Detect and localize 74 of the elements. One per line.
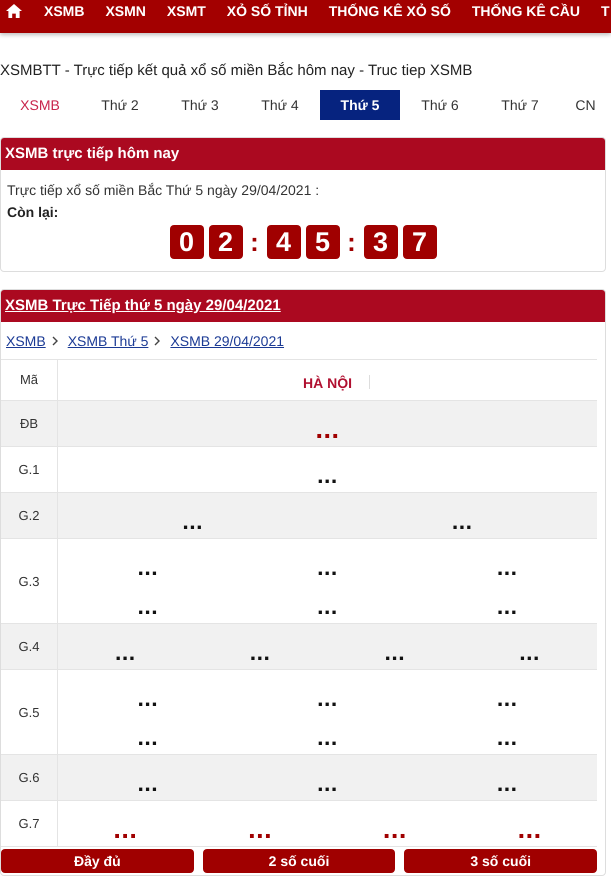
column-header: Mã: [20, 372, 38, 386]
breadcrumb-link[interactable]: XSMB Thứ 5: [68, 332, 148, 348]
nav-link[interactable]: XSMN: [105, 3, 146, 19]
result-value: ...: [317, 723, 338, 752]
result-value: ...: [518, 814, 542, 844]
section-title-link[interactable]: XSMB Trực Tiếp thứ 5 ngày 29/04/2021: [5, 297, 281, 314]
day-tab[interactable]: Thứ 5: [320, 90, 400, 120]
result-value: ...: [496, 723, 518, 752]
breadcrumb-link[interactable]: XSMB 29/04/2021: [170, 332, 284, 348]
countdown-separator: :: [346, 227, 357, 257]
result-value: ...: [248, 814, 272, 844]
day-tab[interactable]: Thứ 2: [80, 90, 160, 120]
chevron-right-icon: [154, 336, 160, 346]
result-value: ...: [137, 553, 158, 582]
result-value: ...: [496, 553, 518, 582]
nav-link[interactable]: THỐNG KÊ CẦU: [472, 3, 580, 19]
column-header: HÀ NỘI: [303, 375, 352, 391]
breadcrumb-link[interactable]: XSMB: [6, 332, 46, 348]
countdown-digit: 5: [306, 225, 340, 259]
prize-label-cell: G.3: [1, 539, 58, 623]
result-value: ...: [519, 638, 540, 667]
display-mode-button[interactable]: 2 số cuối: [202, 849, 396, 873]
result-value: ...: [182, 507, 204, 536]
day-tab[interactable]: Thứ 7: [480, 90, 560, 120]
result-value: ...: [317, 592, 338, 621]
result-value: ...: [496, 769, 518, 798]
prize-label-cell: G.6: [1, 755, 58, 800]
countdown-digit: 0: [170, 225, 204, 259]
result-value: ...: [452, 507, 473, 536]
nav-link[interactable]: XỎ SỐ TỈNH: [226, 3, 308, 19]
countdown-digit: 2: [208, 225, 242, 259]
prize-label-cell: G.7: [1, 801, 58, 846]
day-tab[interactable]: Thứ 3: [160, 90, 240, 120]
card-title: XSMB trực tiếp hôm nay: [5, 145, 180, 162]
result-value: ...: [317, 553, 338, 582]
countdown-digit: 3: [364, 225, 398, 259]
draw-info-text: Trực tiếp xổ số miền Bắc Thứ 5 ngày 29/04/2021 :: [7, 182, 320, 198]
day-tab[interactable]: XSMB: [0, 90, 80, 120]
prize-label-cell: G.2: [1, 493, 58, 538]
result-value: ...: [137, 592, 158, 621]
page-title: XSMBTT - Trực tiếp kết quả xổ số miền Bắc hôm nay - Truc tiep XSMB: [0, 62, 474, 79]
prize-label-cell: ĐB: [1, 401, 58, 446]
result-value: ...: [496, 592, 518, 621]
countdown-digit: 4: [266, 225, 300, 259]
chevron-right-icon: [52, 336, 58, 346]
result-value: ...: [317, 461, 338, 490]
day-tab[interactable]: Thứ 4: [240, 90, 320, 120]
result-value: ...: [496, 684, 518, 713]
result-value: ...: [115, 638, 136, 667]
countdown-separator: :: [249, 227, 260, 257]
result-value: ...: [315, 414, 340, 444]
result-value: ...: [113, 814, 138, 844]
display-mode-button[interactable]: 3 số cuối: [404, 849, 598, 873]
prize-label-cell: G.4: [1, 624, 58, 669]
result-value: ...: [137, 684, 158, 713]
result-value: ...: [384, 638, 406, 667]
countdown-digit: 7: [402, 225, 436, 259]
remaining-label: Còn lại:: [7, 204, 60, 220]
result-value: ...: [317, 684, 338, 713]
nav-link[interactable]: XSMB: [44, 3, 84, 19]
result-value: ...: [250, 638, 270, 667]
day-tab[interactable]: Thứ 6: [400, 90, 480, 120]
day-tab[interactable]: CN: [560, 90, 611, 120]
result-value: ...: [137, 769, 158, 798]
nav-link[interactable]: XSMT: [166, 3, 206, 19]
prize-label-cell: G.1: [1, 447, 58, 492]
home-icon[interactable]: [6, 4, 22, 18]
result-value: ...: [137, 723, 158, 752]
result-value: ...: [382, 814, 407, 844]
prize-label-cell: G.5: [1, 670, 58, 754]
result-value: ...: [317, 769, 338, 798]
nav-link[interactable]: T: [600, 3, 610, 19]
display-mode-button[interactable]: Đầy đủ: [1, 849, 194, 873]
nav-link[interactable]: THỐNG KÊ XỎ SỐ: [328, 3, 451, 19]
